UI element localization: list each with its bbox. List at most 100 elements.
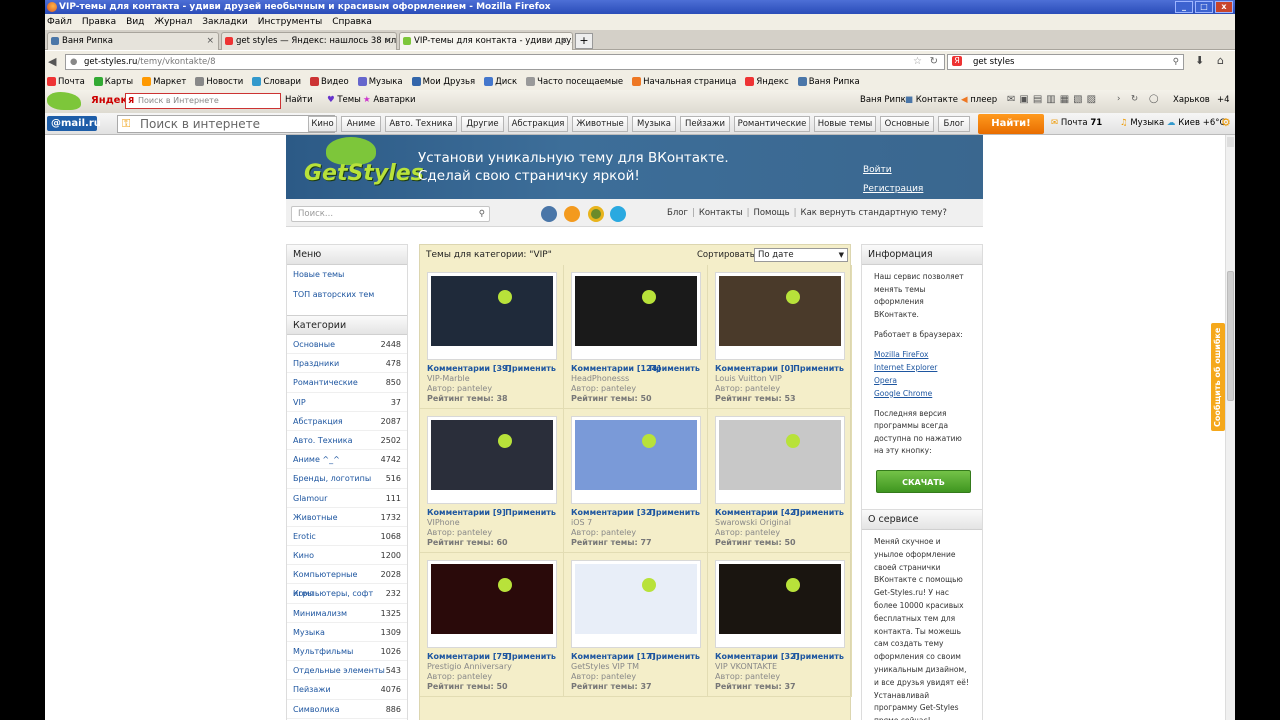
theme-comments-link[interactable]: Комментарии [42]	[715, 508, 799, 517]
weather-city[interactable]: Харьков	[1173, 95, 1210, 105]
menu-view[interactable]: Вид	[126, 17, 144, 27]
vk-social-icon[interactable]	[541, 206, 557, 222]
tab-vanya[interactable]: Ваня Рипка ×	[47, 32, 219, 50]
theme-comments-link[interactable]: Комментарии [124]	[571, 364, 661, 373]
category-row[interactable]: Компьютерные игры 2028	[287, 565, 407, 598]
category-name[interactable]: Основные	[293, 335, 335, 353]
bookmark-dictionaries[interactable]: Словари	[252, 77, 301, 87]
home-icon[interactable]: ⌂	[1217, 54, 1224, 67]
bookmark-disk[interactable]: Диск	[484, 77, 517, 87]
theme-card[interactable]: Комментарии [32] Применить VIP VKONTAKTE Ав…	[708, 553, 852, 697]
refresh-icon[interactable]: ↻	[1131, 94, 1138, 104]
menu-top-themes[interactable]: ТОП авторских тем	[287, 285, 407, 305]
maximize-button[interactable]: □	[1195, 1, 1213, 13]
category-row[interactable]: Отдельные элементы 543	[287, 661, 407, 681]
tab-close-icon[interactable]: ×	[384, 33, 392, 49]
theme-comments-link[interactable]: Комментарии [17]	[571, 652, 655, 661]
theme-card[interactable]: Комментарии [39] Применить VIP-Marble Автор…	[420, 265, 564, 409]
more-icon[interactable]: ›	[1117, 94, 1120, 104]
category-row[interactable]: Мультфильмы 1026	[287, 642, 407, 662]
menu-tools[interactable]: Инструменты	[258, 17, 322, 27]
yandex-search-input[interactable]: Я Поиск в Интернете	[125, 93, 281, 109]
category-row[interactable]: Аниме ^_^ 4742	[287, 450, 407, 470]
theme-apply-button[interactable]: Применить	[793, 508, 844, 517]
category-name[interactable]: Отдельные элементы	[293, 661, 385, 679]
menu-help[interactable]: Справка	[332, 17, 372, 27]
mailru-social-icon[interactable]	[588, 206, 604, 222]
category-name[interactable]: Животные	[293, 508, 338, 526]
theme-card[interactable]: Комментарии [75] Применить Prestigio Anniv…	[420, 553, 564, 697]
theme-apply-button[interactable]: Применить	[649, 364, 700, 373]
theme-card[interactable]: Комментарии [42] Применить Swarowski Origi…	[708, 409, 852, 553]
category-name[interactable]: Романтические	[293, 373, 358, 391]
theme-comments-link[interactable]: Комментарии [0]	[715, 364, 794, 373]
theme-thumbnail[interactable]	[715, 416, 845, 504]
bookmark-maps[interactable]: Карты	[93, 77, 133, 87]
theme-thumbnail[interactable]	[715, 272, 845, 360]
theme-apply-button[interactable]: Применить	[649, 508, 700, 517]
login-link[interactable]: Войти	[863, 165, 892, 175]
category-name[interactable]: Мультфильмы	[293, 642, 353, 660]
scroll-up-arrow[interactable]	[1227, 137, 1234, 147]
theme-thumbnail[interactable]	[571, 416, 701, 504]
twitter-icon[interactable]	[610, 206, 626, 222]
theme-card[interactable]: Комментарии [17] Применить GetStyles VIP T…	[564, 553, 708, 697]
search-icon[interactable]: ⚲	[479, 207, 485, 221]
browser-opera-link[interactable]: Opera	[862, 374, 982, 387]
mailru-find-button[interactable]: Найти!	[978, 114, 1044, 134]
category-name[interactable]: Праздники	[293, 354, 339, 372]
bookmark-friends[interactable]: Мои Друзья	[411, 77, 475, 87]
mail-cat-other[interactable]: Другие	[461, 116, 504, 132]
theme-thumbnail[interactable]	[427, 560, 557, 648]
mail-cat-blog[interactable]: Блог	[938, 116, 970, 132]
minimize-button[interactable]: _	[1175, 1, 1193, 13]
theme-thumbnail[interactable]	[571, 272, 701, 360]
bookmark-music[interactable]: Музыка	[357, 77, 403, 87]
toolbar-icons[interactable]: ✉▣▤▥▦▧▨	[1007, 94, 1100, 105]
theme-card[interactable]: Комментарии [124] Применить HeadPhonesss Ав…	[564, 265, 708, 409]
tab-yandex-search[interactable]: get styles — Яндекс: нашлось 38 млн о...…	[221, 32, 397, 50]
mailru-search-input[interactable]: ⚿ Поиск в интернете	[117, 115, 335, 133]
category-row[interactable]: Авто. Техника 2502	[287, 431, 407, 451]
theme-thumbnail[interactable]	[427, 272, 557, 360]
category-row[interactable]: Праздники 478	[287, 354, 407, 374]
browser-ie-link[interactable]: Internet Explorer	[862, 361, 982, 374]
theme-apply-button[interactable]: Применить	[649, 652, 700, 661]
tab-close-icon[interactable]: ×	[560, 33, 568, 49]
category-row[interactable]: Кино 1200	[287, 546, 407, 566]
theme-apply-button[interactable]: Применить	[505, 364, 556, 373]
theme-comments-link[interactable]: Комментарии [9]	[427, 508, 506, 517]
mailru-logo[interactable]: @mail.ru	[47, 116, 101, 131]
theme-comments-link[interactable]: Комментарии [32]	[715, 652, 799, 661]
sort-dropdown[interactable]: По дате ▼	[754, 248, 848, 262]
category-name[interactable]: Кино	[293, 546, 314, 564]
theme-apply-button[interactable]: Применить	[793, 364, 844, 373]
site-search-input[interactable]: Поиск... ⚲	[291, 206, 490, 222]
star-icon[interactable]: ☆	[913, 55, 922, 69]
menu-history[interactable]: Журнал	[154, 17, 192, 27]
category-row[interactable]: Erotic 1068	[287, 527, 407, 547]
menu-bookmarks[interactable]: Закладки	[202, 17, 248, 27]
bookmark-market[interactable]: Маркет	[142, 77, 186, 87]
player-button[interactable]: ◀ плеер	[961, 95, 997, 105]
mail-cat-music[interactable]: Музыка	[632, 116, 676, 132]
menu-new-themes[interactable]: Новые темы	[287, 265, 407, 285]
category-name[interactable]: Абстракция	[293, 412, 343, 430]
theme-card[interactable]: Комментарии [9] Применить VIPhone Автор: pa…	[420, 409, 564, 553]
category-row[interactable]: Минимализм 1325	[287, 604, 407, 623]
magnifier-icon[interactable]: ⚲	[1173, 55, 1179, 69]
category-name[interactable]: Erotic	[293, 527, 316, 545]
bookmark-frequent[interactable]: Часто посещаемые	[526, 77, 623, 87]
browser-firefox-link[interactable]: Mozilla FireFox	[862, 348, 982, 361]
category-row[interactable]: Основные 2448	[287, 335, 407, 355]
avatars-button[interactable]: ★ Аватарки	[363, 95, 416, 105]
category-name[interactable]: Аниме ^_^	[293, 450, 340, 468]
category-name[interactable]: Символика	[293, 700, 339, 718]
mail-cat-kino[interactable]: Кино	[308, 116, 337, 132]
category-name[interactable]: Музыка	[293, 623, 325, 641]
mail-cat-new[interactable]: Новые темы	[814, 116, 876, 132]
menu-file[interactable]: Файл	[47, 17, 72, 27]
category-row[interactable]: Бренды, логотипы 516	[287, 469, 407, 489]
scroll-thumb[interactable]	[1227, 271, 1234, 401]
category-row[interactable]: Животные 1732	[287, 508, 407, 527]
